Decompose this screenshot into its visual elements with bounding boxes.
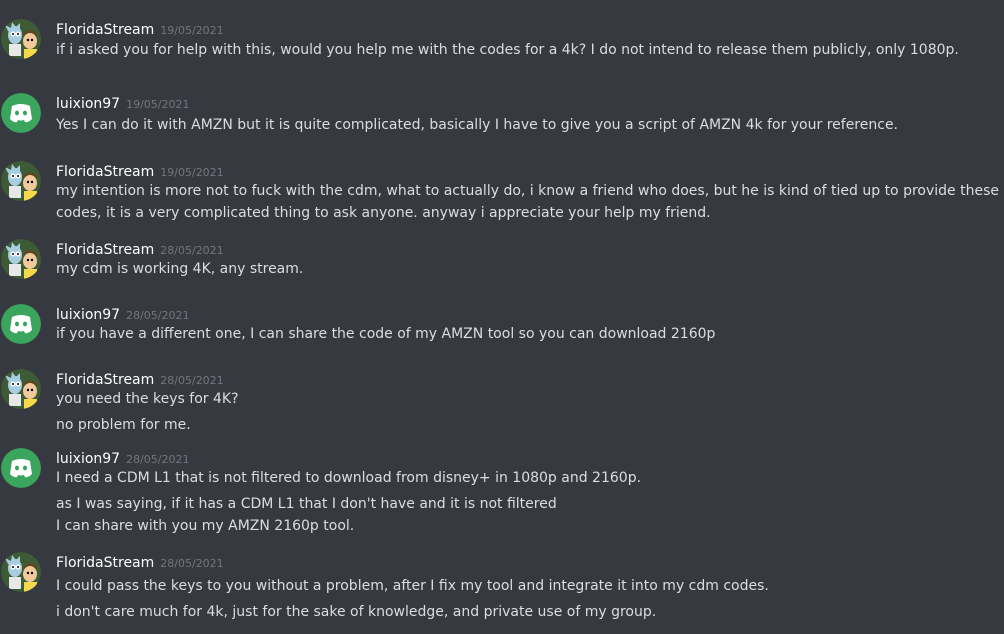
message-timestamp[interactable]: 19/05/2021 — [160, 166, 223, 179]
message-header: FloridaStream 28/05/2021 — [56, 552, 224, 571]
message-text: if you have a different one, I can share… — [56, 326, 716, 342]
rick-morty-avatar-icon[interactable] — [1, 369, 41, 409]
message-author[interactable]: luixion97 — [56, 451, 120, 467]
rick-morty-avatar-icon[interactable] — [1, 239, 41, 279]
discord-default-avatar-icon[interactable] — [1, 448, 41, 488]
message-timestamp[interactable]: 19/05/2021 — [126, 98, 189, 111]
message-text: Yes I can do it with AMZN but it is quit… — [56, 117, 899, 133]
message-text: if i asked you for help with this, would… — [56, 42, 959, 58]
message-header: luixion97 19/05/2021 — [56, 93, 190, 112]
message-text: I could pass the keys to you without a p… — [56, 578, 769, 594]
message-author[interactable]: FloridaStream — [56, 164, 154, 180]
message-header: FloridaStream 28/05/2021 — [56, 369, 224, 388]
message-author[interactable]: luixion97 — [56, 96, 120, 112]
message-timestamp[interactable]: 28/05/2021 — [126, 453, 189, 466]
message-text: as I was saying, if it has a CDM L1 that… — [56, 496, 557, 512]
message-text: my cdm is working 4K, any stream. — [56, 261, 304, 277]
message-text: no problem for me. — [56, 417, 191, 433]
message-text: I can share with you my AMZN 2160p tool. — [56, 518, 355, 534]
message-author[interactable]: luixion97 — [56, 307, 120, 323]
message-text: you need the keys for 4K? — [56, 391, 239, 407]
discord-default-avatar-icon[interactable] — [1, 304, 41, 344]
message-timestamp[interactable]: 28/05/2021 — [160, 374, 223, 387]
message-author[interactable]: FloridaStream — [56, 242, 154, 258]
message-text: codes, it is a very complicated thing to… — [56, 205, 711, 221]
message-timestamp[interactable]: 28/05/2021 — [126, 309, 189, 322]
rick-morty-avatar-icon[interactable] — [1, 552, 41, 592]
discord-default-avatar-icon[interactable] — [1, 93, 41, 133]
message-header: FloridaStream 28/05/2021 — [56, 239, 224, 258]
message-author[interactable]: FloridaStream — [56, 372, 154, 388]
message-author[interactable]: FloridaStream — [56, 22, 154, 38]
rick-morty-avatar-icon[interactable] — [1, 19, 41, 59]
message-text: I need a CDM L1 that is not filtered to … — [56, 470, 642, 486]
message-timestamp[interactable]: 28/05/2021 — [160, 244, 223, 257]
message-author[interactable]: FloridaStream — [56, 555, 154, 571]
message-header: FloridaStream 19/05/2021 — [56, 161, 224, 180]
message-header: luixion97 28/05/2021 — [56, 448, 190, 467]
message-timestamp[interactable]: 28/05/2021 — [160, 557, 223, 570]
message-timestamp[interactable]: 19/05/2021 — [160, 24, 223, 37]
message-text: my intention is more not to fuck with th… — [56, 183, 999, 199]
message-text: i don't care much for 4k, just for the s… — [56, 604, 657, 620]
chat-message-list: FloridaStream 19/05/2021 if i asked you f… — [0, 0, 1004, 634]
message-header: FloridaStream 19/05/2021 — [56, 19, 224, 38]
rick-morty-avatar-icon[interactable] — [1, 161, 41, 201]
message-header: luixion97 28/05/2021 — [56, 304, 190, 323]
